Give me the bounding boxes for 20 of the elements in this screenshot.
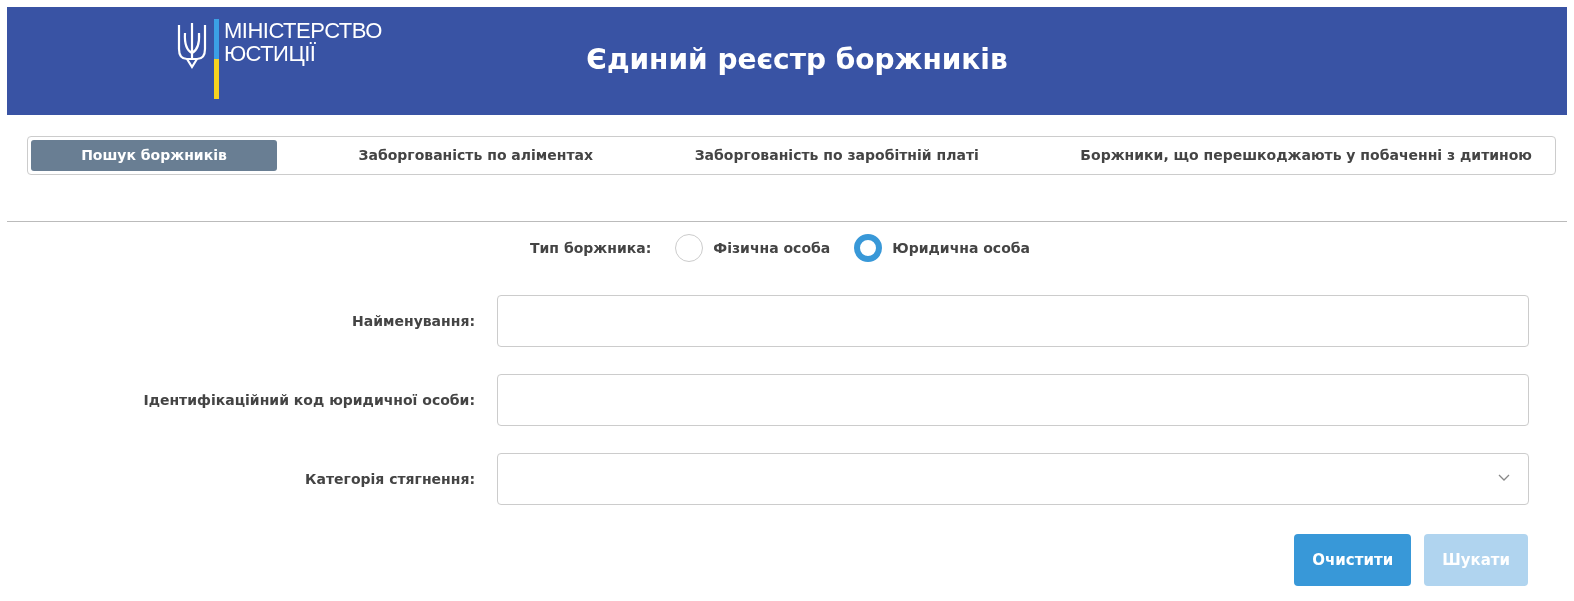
chevron-down-icon (1498, 474, 1510, 482)
field-label: Ідентифікаційний код юридичної особи: (142, 390, 475, 410)
logo-text: МІНІСТЕРСТВО (224, 19, 382, 42)
radio-label[interactable]: Юридична особа (892, 237, 1030, 259)
radio-label[interactable]: Фізична особа (713, 237, 831, 259)
field-label: Категорія стягнення: (304, 469, 475, 489)
radio-button[interactable] (854, 234, 883, 262)
dropdown-field[interactable] (497, 453, 1529, 505)
page-title: Єдиний реєстр боржників (586, 43, 1008, 76)
input-field[interactable] (497, 374, 1529, 426)
tab[interactable]: Боржники, що перешкоджають у побаченні з дитиною (1060, 140, 1552, 171)
input-field[interactable] (497, 295, 1529, 347)
flag-bar-icon (214, 19, 219, 99)
tab[interactable]: Пошук боржників (31, 140, 277, 171)
radio-group-label: Тип боржника: (529, 238, 652, 258)
logo-text: ЮСТИЦІЇ (224, 42, 317, 65)
tab[interactable]: Заборгованість по заробітній платі (674, 140, 999, 171)
field-label: Найменування: (351, 311, 475, 331)
radio-button[interactable] (675, 234, 704, 262)
tab[interactable]: Заборгованість по аліментах (338, 140, 614, 171)
